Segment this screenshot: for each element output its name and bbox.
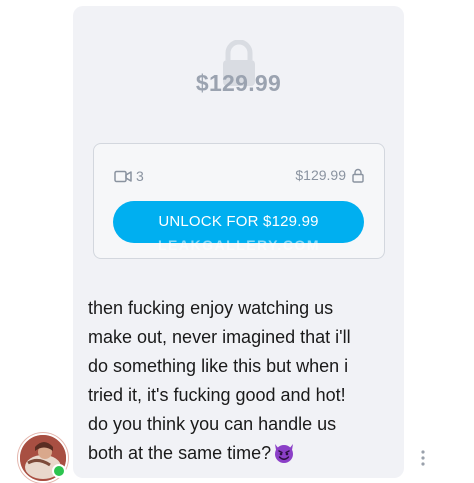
online-status-indicator	[52, 464, 66, 478]
message-line: both at the same time?	[88, 443, 272, 463]
media-count-value: 3	[136, 168, 144, 184]
media-count: 3	[114, 168, 144, 184]
smiling-devil-emoji	[275, 444, 294, 463]
message-line: tried it, it's fucking good and hot!	[88, 385, 346, 405]
watermark: LEAKGALLERY.COM	[158, 237, 320, 253]
locked-price: $129.99	[195, 70, 282, 96]
message-line: do you think you can handle us	[88, 414, 337, 434]
card-price: $129.99	[295, 167, 364, 183]
locked-media-preview[interactable]: $129.99	[73, 6, 404, 136]
message-text: then fucking enjoy watching us make out,…	[88, 294, 388, 468]
unlock-card: 3 $129.99 UNLOCK FOR $129.99 LEAKGALLERY…	[93, 143, 385, 259]
lock-icon	[352, 168, 364, 183]
video-camera-icon	[114, 170, 132, 182]
message-line: then fucking enjoy watching us	[88, 298, 334, 318]
message-bubble: $129.99 3 $129.99 UNLOCK FOR $129.99 LEA…	[73, 6, 404, 478]
message-line: do something like this but when i	[88, 356, 349, 376]
message-line-last: both at the same time?	[88, 439, 388, 468]
vertical-dots-icon[interactable]	[418, 449, 428, 467]
message-line: make out, never imagined that i'll	[88, 327, 351, 347]
card-price-value: $129.99	[295, 167, 346, 183]
